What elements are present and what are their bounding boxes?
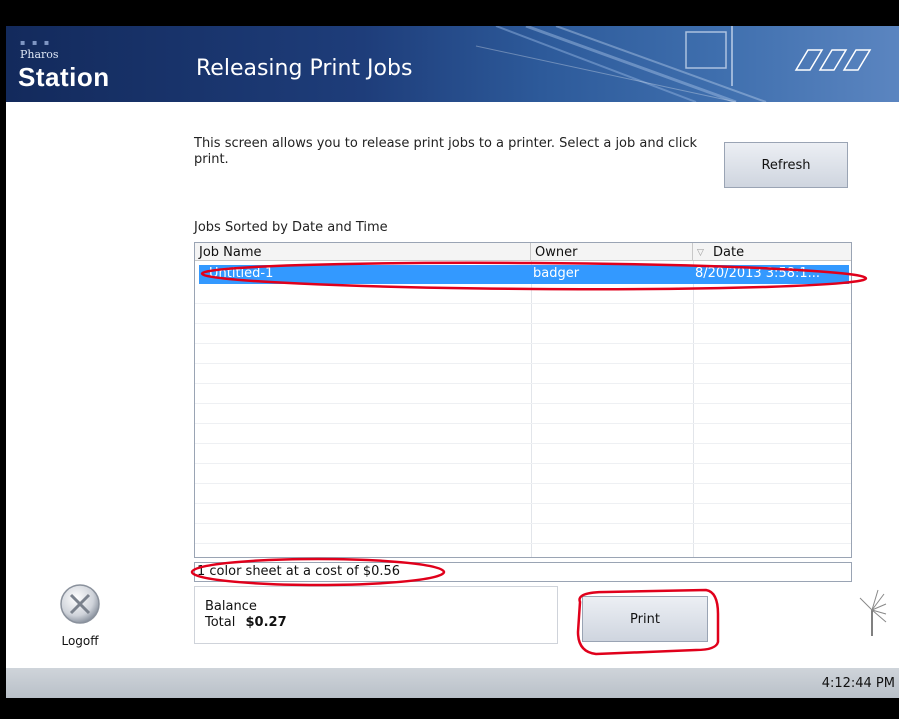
main-panel: This screen allows you to release print … [6, 102, 899, 668]
column-header-owner[interactable]: Owner [531, 243, 693, 261]
logoff-label: Logoff [61, 634, 99, 648]
jobs-table[interactable]: Job Name Owner ▽ Date Untitled-1 badger … [194, 242, 852, 558]
cell-owner: badger [533, 266, 580, 281]
status-bar: 4:12:44 PM [6, 668, 899, 698]
cell-job-name: Untitled-1 [209, 266, 274, 281]
balance-total-value: $0.27 [245, 615, 287, 630]
column-header-date-label: Date [713, 245, 745, 260]
row-divider [195, 443, 851, 444]
balance-label: Balance [205, 599, 257, 614]
page-title: Releasing Print Jobs [196, 56, 413, 81]
cell-date: 8/20/2013 3:58:1... [695, 266, 821, 281]
logoff-icon [60, 584, 100, 624]
station-screen: ▪ ▪ ▪ Pharos Station Releasing Print Job… [0, 0, 899, 719]
row-divider [195, 343, 851, 344]
row-divider [195, 463, 851, 464]
print-button[interactable]: Print [582, 596, 708, 642]
column-header-job-name[interactable]: Job Name [195, 243, 531, 261]
row-divider [195, 383, 851, 384]
column-header-date[interactable]: ▽ Date [693, 243, 851, 261]
column-divider [693, 261, 694, 557]
row-divider [195, 503, 851, 504]
row-divider [195, 543, 851, 544]
jobs-list-label: Jobs Sorted by Date and Time [194, 220, 388, 235]
row-divider [195, 403, 851, 404]
balance-total-row: Total $0.27 [205, 615, 287, 630]
row-divider [195, 303, 851, 304]
column-divider [531, 261, 532, 557]
cost-summary: 1 color sheet at a cost of $0.56 [194, 562, 852, 582]
intro-text: This screen allows you to release print … [194, 136, 698, 167]
table-row-selected[interactable]: Untitled-1 badger 8/20/2013 3:58:1... [199, 265, 849, 284]
row-divider [195, 523, 851, 524]
row-divider [195, 323, 851, 324]
logo-dots: ▪ ▪ ▪ [20, 38, 52, 47]
logo-product: Station [18, 62, 110, 92]
pharos-lighthouse-icon [859, 589, 887, 636]
row-divider [195, 363, 851, 364]
logoff-button[interactable]: Logoff [50, 582, 110, 652]
balance-panel: Balance Total $0.27 [194, 586, 558, 644]
header-bar: ▪ ▪ ▪ Pharos Station Releasing Print Job… [6, 26, 899, 102]
balance-total-label: Total [205, 615, 236, 630]
sort-arrow-icon: ▽ [697, 248, 704, 258]
clock: 4:12:44 PM [821, 676, 895, 691]
header-decoration [475, 26, 872, 102]
logo-brand: Pharos [20, 48, 59, 61]
refresh-button[interactable]: Refresh [724, 142, 848, 188]
row-divider [195, 423, 851, 424]
row-divider [195, 483, 851, 484]
